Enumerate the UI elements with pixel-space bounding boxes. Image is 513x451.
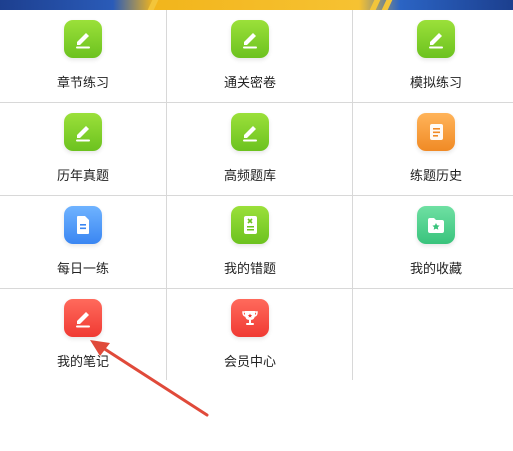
menu-item-label: 每日一练 — [56, 262, 109, 277]
menu-item-daily-practice[interactable]: 每日一练 — [0, 196, 166, 288]
history-list-icon — [417, 113, 455, 151]
pencil-icon — [231, 113, 269, 151]
grid-divider — [0, 102, 513, 103]
pencil-icon — [231, 20, 269, 58]
menu-item-member-center[interactable]: 会员中心 — [167, 289, 333, 381]
menu-item-my-mistakes[interactable]: 我的错题 — [167, 196, 333, 288]
menu-item-label: 历年真题 — [56, 169, 109, 184]
trophy-icon — [231, 299, 269, 337]
pencil-icon — [64, 20, 102, 58]
banner-stripe — [369, 0, 381, 10]
pencil-icon — [64, 299, 102, 337]
banner-stripe — [381, 0, 393, 10]
grid-divider — [0, 195, 513, 196]
menu-item-my-notes[interactable]: 我的笔记 — [0, 289, 166, 381]
menu-item-label: 会员中心 — [223, 355, 276, 370]
menu-item-practice-history[interactable]: 练题历史 — [353, 103, 513, 195]
menu-item-chapter-practice[interactable]: 章节练习 — [0, 10, 166, 102]
menu-item-label: 高频题库 — [223, 169, 276, 184]
menu-item-label: 我的错题 — [223, 262, 276, 277]
banner-stripe — [147, 0, 159, 10]
grid-divider — [0, 288, 513, 289]
top-banner — [0, 0, 513, 10]
menu-item-label: 我的收藏 — [409, 262, 462, 277]
menu-item-label: 模拟练习 — [409, 76, 462, 91]
menu-item-my-favorites[interactable]: 我的收藏 — [353, 196, 513, 288]
menu-item-label: 我的笔记 — [56, 355, 109, 370]
pencil-icon — [64, 113, 102, 151]
wrong-question-book-icon — [231, 206, 269, 244]
menu-item-label: 练题历史 — [409, 169, 462, 184]
menu-item-frequent-bank[interactable]: 高频题库 — [167, 103, 333, 195]
menu-item-mock-practice[interactable]: 模拟练习 — [353, 10, 513, 102]
menu-item-pass-exam[interactable]: 通关密卷 — [167, 10, 333, 102]
document-icon — [64, 206, 102, 244]
menu-item-past-papers[interactable]: 历年真题 — [0, 103, 166, 195]
pencil-icon — [417, 20, 455, 58]
menu-item-label: 通关密卷 — [223, 76, 276, 91]
menu-item-label: 章节练习 — [56, 76, 109, 91]
star-folder-icon — [417, 206, 455, 244]
